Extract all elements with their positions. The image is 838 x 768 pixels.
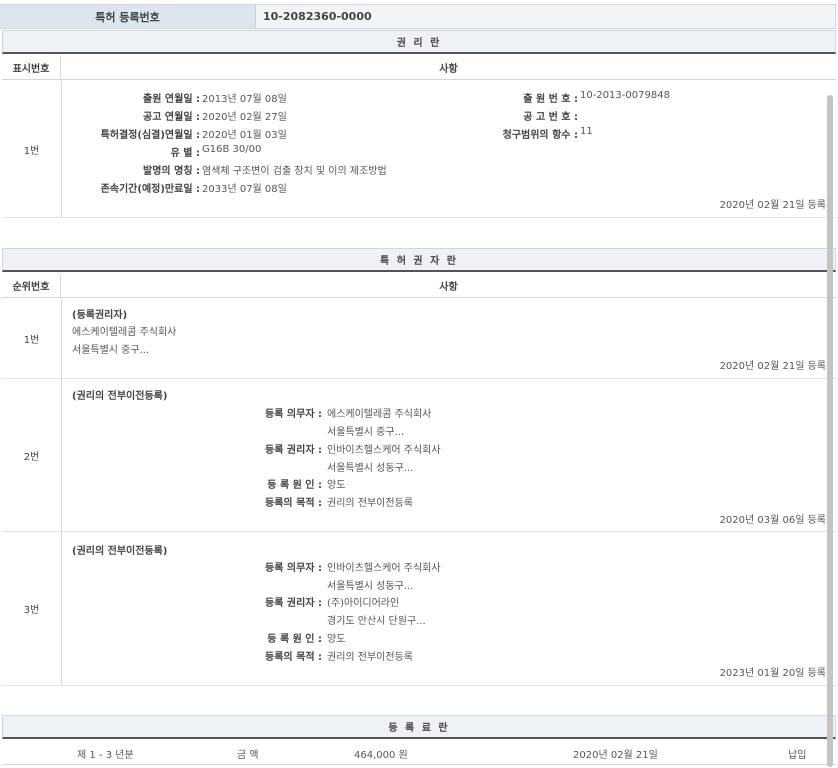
- holder-address: 서울특별시 중구...: [72, 345, 150, 356]
- fee-amount: 464,000 원: [354, 750, 408, 761]
- publication-date-value: 2020년 02월 27일: [202, 112, 287, 123]
- claims-count-value: 11: [580, 126, 593, 137]
- publication-date-label: 공고 연월일 :: [143, 112, 200, 123]
- holder-label: 등록 권리자 :: [265, 445, 322, 456]
- expiry-date-value: 2033년 07월 08일: [202, 184, 287, 195]
- obligor-label: 등록 의무자 :: [265, 409, 322, 420]
- rights-column-header: 표시번호 사항: [2, 56, 836, 80]
- row-number: 1번: [2, 299, 62, 378]
- publication-number-label: 공 고 번 호 :: [523, 112, 578, 123]
- application-date-label: 출원 연월일 :: [143, 94, 200, 105]
- fees-section-title: 등 록 료 란: [2, 715, 836, 739]
- holder-name: 인바이츠헬스케어 주식회사: [327, 445, 441, 456]
- col-display-number: 표시번호: [2, 56, 61, 79]
- rights-section-title: 권 리 란: [2, 30, 836, 54]
- decision-date-label: 특허결정(심결)연월일 :: [100, 130, 200, 141]
- purpose-value: 권리의 전부이전등록: [327, 498, 413, 509]
- obligor-name: 에스케이텔레콤 주식회사: [327, 409, 432, 420]
- registration-date: 2020년 02월 21일 등록: [719, 361, 826, 372]
- row-number: 3번: [2, 532, 62, 685]
- holder-address: 경기도 안산시 단원구...: [327, 616, 426, 627]
- registration-date: 2020년 02월 21일 등록: [719, 200, 826, 211]
- classification-label: 유 별 :: [170, 148, 200, 159]
- transfer-heading: (권리의 전부이전등록): [72, 391, 168, 402]
- row-number: 1번: [2, 81, 62, 217]
- decision-date-value: 2020년 01월 03일: [202, 130, 287, 141]
- fee-period: 제 1 - 3 년분: [77, 750, 134, 761]
- registration-date: 2023년 01월 20일 등록: [719, 668, 826, 679]
- holder-label: 등록 권리자 :: [265, 598, 322, 609]
- registration-number-value: 10-2082360-0000: [256, 5, 835, 28]
- col-rank-number: 순위번호: [2, 274, 61, 297]
- holder-address: 서울특별시 성동구...: [327, 463, 414, 474]
- holder-heading: (등록권리자): [72, 310, 128, 321]
- cause-value: 양도: [327, 480, 346, 491]
- holder-name: 에스케이텔레콤 주식회사: [72, 327, 177, 338]
- application-date-value: 2013년 07월 08일: [202, 94, 287, 105]
- claims-count-label: 청구범위의 항수 :: [502, 130, 578, 141]
- classification-value: G16B 30/00: [202, 144, 262, 155]
- obligor-address: 서울특별시 중구...: [327, 427, 405, 438]
- registration-number-label: 특허 등록번호: [0, 5, 256, 28]
- fee-date: 2020년 02월 21일: [573, 750, 658, 761]
- purpose-value: 권리의 전부이전등록: [327, 652, 413, 663]
- registration-date: 2020년 03월 06일 등록: [719, 515, 826, 526]
- holders-column-header: 순위번호 사항: [2, 274, 836, 298]
- vertical-scrollbar[interactable]: [827, 95, 833, 767]
- expiry-date-label: 존속기간(예정)만료일 :: [100, 184, 200, 195]
- application-number-value: 10-2013-0079848: [580, 90, 670, 101]
- col-details: 사항: [439, 282, 458, 293]
- cause-label: 등 록 원 인 :: [267, 634, 322, 645]
- cause-label: 등 록 원 인 :: [267, 480, 322, 491]
- invention-title-value: 염색체 구조변이 검출 장치 및 이의 제조방법: [202, 166, 387, 177]
- row-number: 2번: [2, 379, 62, 531]
- col-details: 사항: [439, 64, 458, 75]
- transfer-heading: (권리의 전부이전등록): [72, 546, 168, 557]
- purpose-label: 등록의 목적 :: [265, 652, 322, 663]
- fee-amount-label: 금 액: [237, 750, 259, 761]
- obligor-label: 등록 의무자 :: [265, 563, 322, 574]
- invention-title-label: 발명의 명칭 :: [143, 166, 200, 177]
- application-number-label: 출 원 번 호 :: [523, 94, 578, 105]
- obligor-name: 인바이츠헬스케어 주식회사: [327, 563, 441, 574]
- purpose-label: 등록의 목적 :: [265, 498, 322, 509]
- cause-value: 양도: [327, 634, 346, 645]
- holder-name: (주)아이디어라인: [327, 598, 400, 609]
- obligor-address: 서울특별시 성동구...: [327, 581, 414, 592]
- holders-section-title: 특 허 권 자 란: [2, 248, 836, 272]
- fee-status: 납입: [788, 750, 807, 761]
